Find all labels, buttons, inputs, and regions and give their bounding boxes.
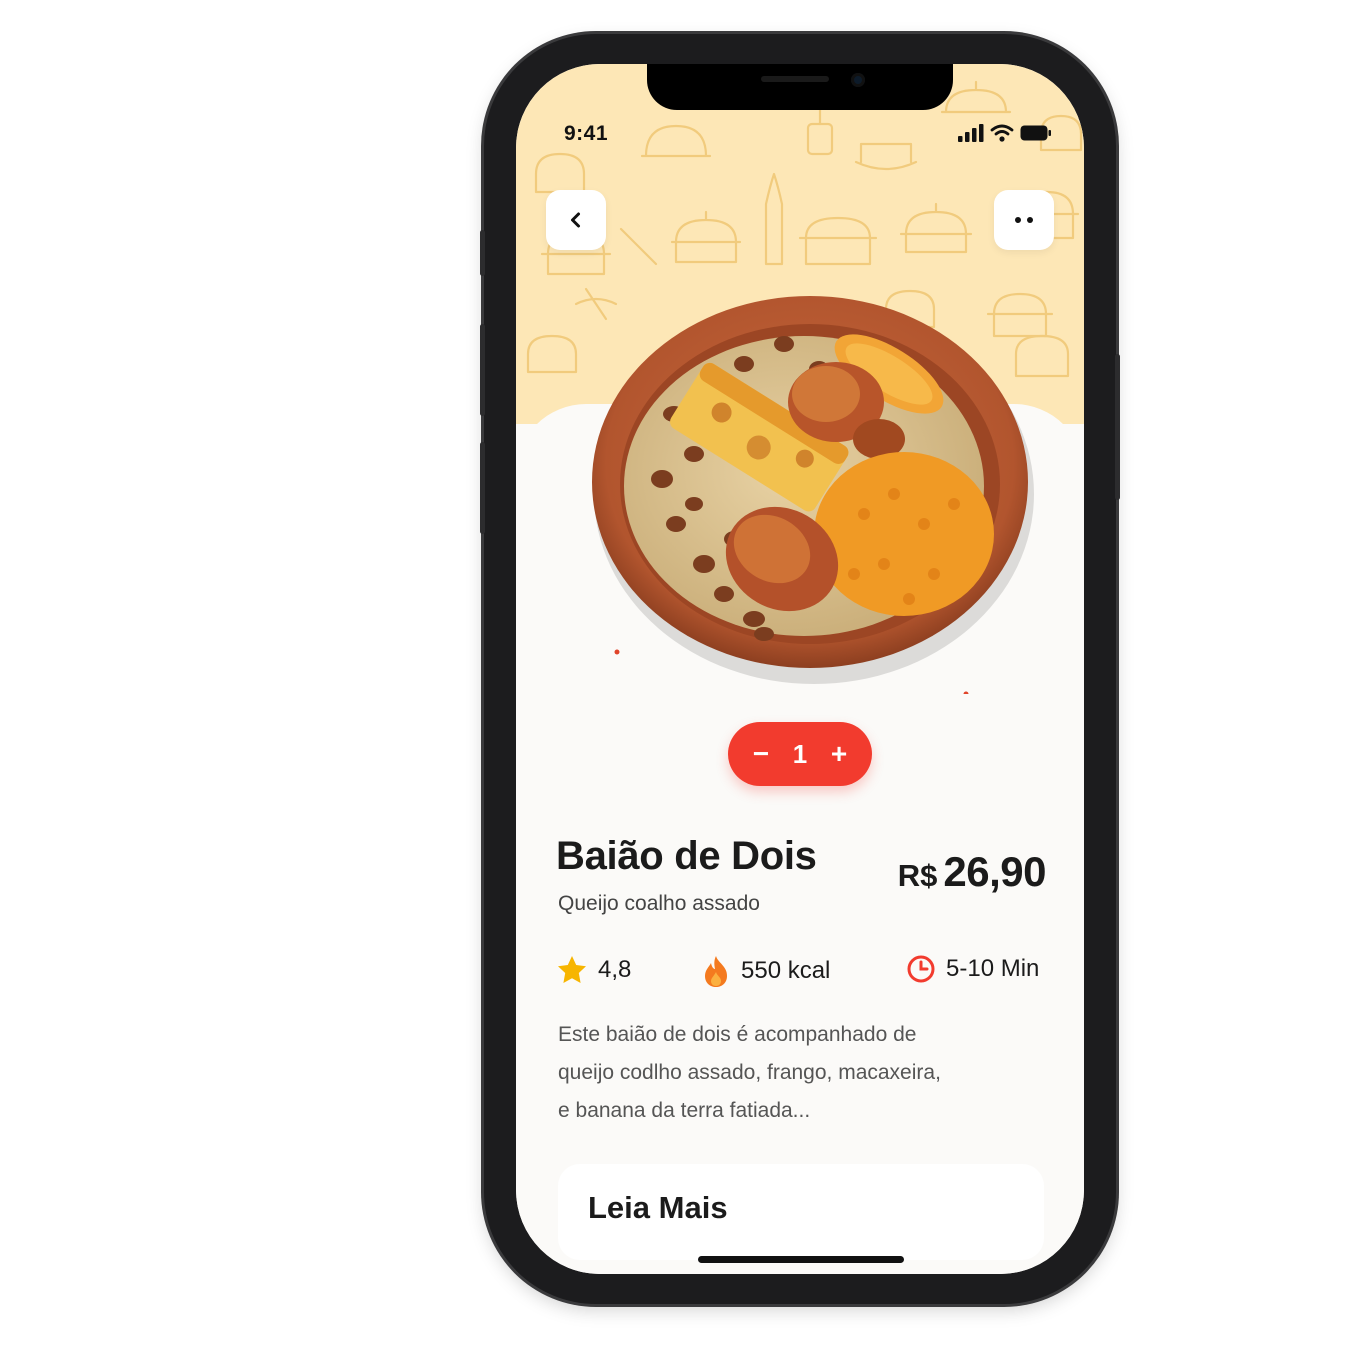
read-more-button[interactable]: Leia Mais	[558, 1164, 1044, 1260]
status-icons	[958, 124, 1052, 142]
price-currency: R$	[897, 858, 938, 893]
star-icon	[558, 956, 586, 983]
status-time: 9:41	[564, 122, 609, 145]
flame-icon	[705, 956, 727, 987]
home-indicator[interactable]	[698, 1256, 904, 1263]
time-value: 5-10 Min	[946, 955, 1040, 982]
dish-image	[564, 274, 1034, 697]
product-price: R$ 26,90	[897, 848, 1047, 896]
calories-value: 550 kcal	[741, 957, 831, 984]
notch	[647, 64, 953, 110]
description-line: e banana da terra fatiada...	[558, 1099, 811, 1122]
read-more-label: Leia Mais	[588, 1190, 728, 1225]
quantity-stepper: − 1 +	[728, 722, 872, 786]
more-dots-icon	[1015, 217, 1033, 223]
product-description: Este baião de dois é acompanhado de quei…	[558, 1016, 1038, 1130]
silent-switch	[480, 230, 485, 276]
screen: 9:41 − 1 + Baião de Dois Queijo coalho a…	[516, 64, 1084, 1274]
calories-stat: 550 kcal	[701, 954, 830, 988]
volume-down-button	[480, 442, 485, 534]
product-title: Baião de Dois	[556, 834, 817, 878]
volume-up-button	[480, 324, 485, 416]
increment-button[interactable]: +	[826, 740, 852, 768]
earpiece-speaker	[761, 76, 829, 82]
wifi-icon	[990, 124, 1014, 142]
product-subtitle: Queijo coalho assado	[558, 892, 760, 915]
rating-stat: 4,8	[556, 954, 631, 986]
time-stat: 5-10 Min	[906, 954, 1039, 984]
back-button[interactable]	[546, 190, 606, 250]
description-line: Este baião de dois é acompanhado de	[558, 1023, 917, 1046]
cellular-signal-icon	[958, 124, 984, 142]
product-stats: 4,8 550 kcal 5-10 Min	[556, 954, 1046, 994]
battery-icon	[1020, 125, 1051, 141]
quantity-value: 1	[792, 738, 808, 769]
rating-value: 4,8	[598, 956, 632, 983]
phone-frame: 9:41 − 1 + Baião de Dois Queijo coalho a…	[480, 34, 1120, 1304]
baiao-de-dois-bowl-illustration	[592, 296, 1034, 697]
decrement-button[interactable]: −	[748, 740, 774, 768]
power-button	[1115, 354, 1120, 500]
chevron-left-icon	[571, 212, 580, 228]
clock-icon	[907, 955, 935, 983]
price-amount: 26,90	[943, 848, 1046, 895]
more-options-button[interactable]	[994, 190, 1054, 250]
description-line: queijo codlho assado, frango, macaxeira,	[558, 1061, 941, 1084]
front-camera	[851, 73, 865, 87]
